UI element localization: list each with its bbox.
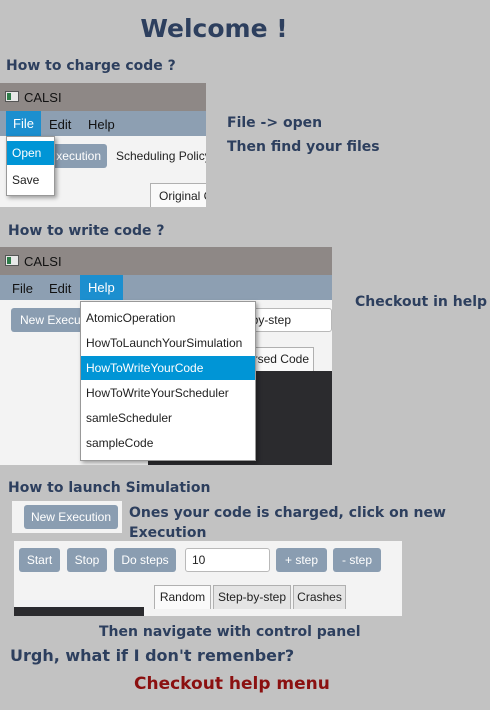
question-text: Urgh, what if I don't remenber?	[10, 646, 295, 665]
menu-item-atomic-operation[interactable]: AtomicOperation	[81, 306, 255, 330]
window-titlebar: CALSI	[0, 83, 206, 111]
menu-file[interactable]: File	[12, 281, 33, 296]
charge-instruction-1: File -> open	[227, 115, 323, 131]
start-button[interactable]: Start	[19, 548, 60, 572]
page-title: Welcome !	[140, 14, 288, 43]
menubar: File Edit Help	[0, 275, 332, 300]
steps-input[interactable]: 10	[185, 548, 270, 572]
window-titlebar: CALSI	[0, 247, 332, 275]
menu-item-how-to-write-code[interactable]: HowToWriteYourCode	[81, 356, 255, 380]
menu-item-sample-scheduler[interactable]: samleScheduler	[81, 406, 255, 430]
window-title: CALSI	[24, 90, 62, 105]
menu-file[interactable]: File	[6, 111, 41, 136]
navigate-instruction: Then navigate with control panel	[99, 624, 361, 640]
write-screenshot: CALSI File Edit Help New Executi ep-by-s…	[0, 247, 332, 465]
new-execution-button[interactable]: New Execution	[24, 505, 118, 529]
menu-item-how-to-launch[interactable]: HowToLaunchYourSimulation	[81, 331, 255, 355]
menubar: File Edit Help	[0, 111, 206, 136]
stop-button[interactable]: Stop	[67, 548, 107, 572]
scheduling-policy-label: Scheduling Policy	[116, 149, 206, 163]
minus-step-button[interactable]: - step	[333, 548, 381, 572]
launch-instruction: Ones your code is charged, click on new …	[129, 505, 446, 541]
answer-text: Checkout help menu	[134, 674, 330, 694]
charge-instruction-2: Then find your files	[227, 139, 380, 155]
tab-original-code[interactable]: Original C	[150, 183, 206, 207]
app-icon	[5, 91, 19, 102]
launch-heading: How to launch Simulation	[8, 480, 211, 496]
file-dropdown-menu: Open Save	[6, 136, 55, 196]
tab-crashes[interactable]: Crashes	[293, 585, 346, 609]
menu-edit[interactable]: Edit	[49, 117, 71, 132]
menu-help[interactable]: Help	[88, 117, 115, 132]
menu-item-how-to-write-scheduler[interactable]: HowToWriteYourScheduler	[81, 381, 255, 405]
control-panel-screenshot: Start Stop Do steps 10 + step - step Ran…	[14, 541, 402, 616]
do-steps-button[interactable]: Do steps	[114, 548, 176, 572]
menu-item-open[interactable]: Open	[7, 141, 54, 165]
menu-item-sample-code[interactable]: sampleCode	[81, 431, 255, 455]
code-area	[14, 607, 144, 616]
help-dropdown-menu: AtomicOperation HowToLaunchYourSimulatio…	[80, 301, 256, 461]
app-icon	[5, 255, 19, 266]
menu-help[interactable]: Help	[80, 275, 123, 300]
new-execution-snippet: New Execution	[12, 501, 122, 533]
tab-step-by-step[interactable]: Step-by-step	[213, 585, 291, 609]
charge-screenshot: CALSI File Edit Help xecution Scheduling…	[0, 83, 206, 207]
plus-step-button[interactable]: + step	[276, 548, 327, 572]
menu-edit[interactable]: Edit	[49, 281, 71, 296]
window-title: CALSI	[24, 254, 62, 269]
charge-heading: How to charge code ?	[6, 58, 176, 74]
write-heading: How to write code ?	[8, 223, 165, 239]
write-instruction: Checkout in help	[355, 294, 488, 310]
new-execution-button[interactable]: New Executi	[11, 308, 91, 332]
tab-random[interactable]: Random	[154, 585, 211, 609]
menu-item-save[interactable]: Save	[7, 168, 54, 192]
